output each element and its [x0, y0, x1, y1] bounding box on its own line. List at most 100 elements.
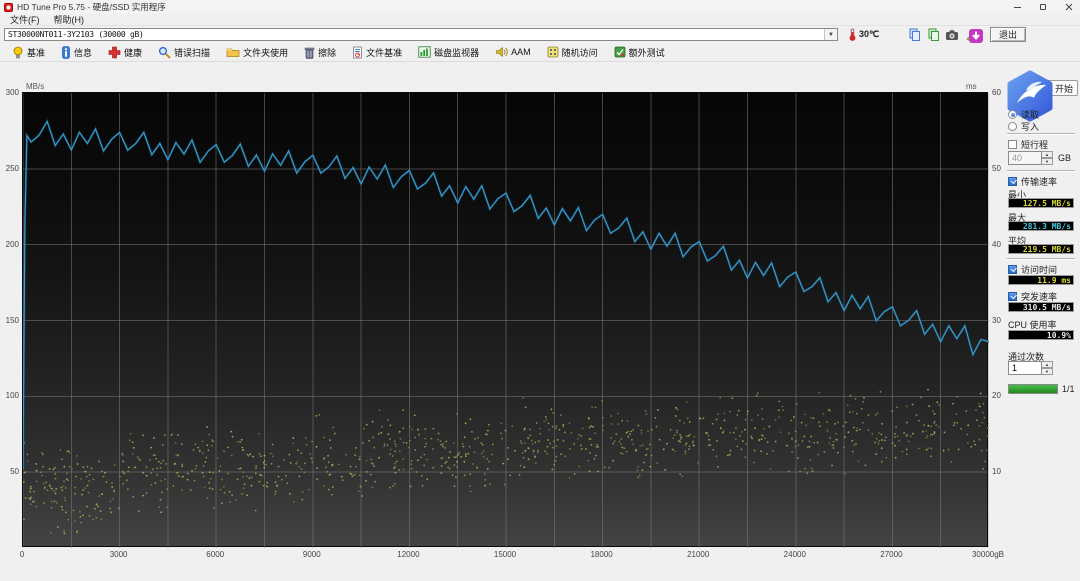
- mode-write-label: 写入: [1021, 122, 1040, 132]
- toolbar-random-access-label: 随机访问: [561, 47, 598, 58]
- app-icon: [4, 2, 13, 12]
- copy-image-button[interactable]: [924, 27, 942, 42]
- short-stroke-unit: GB: [1058, 153, 1072, 163]
- transfer-rate-checkbox[interactable]: 传输速率: [1008, 175, 1057, 188]
- checkbox-checked-icon: [1008, 292, 1017, 301]
- chevron-down-icon[interactable]: ▼: [824, 29, 837, 40]
- y-right-axis-unit: ms: [966, 82, 977, 91]
- maximize-button[interactable]: [1038, 2, 1048, 12]
- copy-button[interactable]: [905, 27, 923, 42]
- download-button[interactable]: [966, 27, 985, 43]
- magnifier-icon: [159, 46, 171, 59]
- toolbar-erase-label: 擦除: [318, 47, 337, 58]
- y-left-tick-label: 300: [5, 88, 19, 97]
- benchmark-chart-canvas: [23, 93, 989, 548]
- toolbar-disk-monitor-label: 磁盘监视器: [434, 47, 480, 58]
- menu-bar: 文件(F) 帮助(H): [0, 14, 1080, 26]
- y-right-tick-label: 60: [992, 88, 1001, 97]
- toolbar-random-access-button[interactable]: 随机访问: [541, 43, 604, 62]
- separator: [1007, 170, 1075, 172]
- drive-select-value: ST30000NT011-3Y2103 (30000 gB): [8, 30, 144, 39]
- toolbar-error-scan-label: 错误扫描: [174, 47, 211, 58]
- cpu-usage-display: 10.9%: [1008, 330, 1074, 340]
- info-icon: [62, 45, 70, 59]
- separator: [1007, 133, 1075, 135]
- exit-button-label: 退出: [998, 30, 1017, 40]
- benchmark-chart-area: MB/s ms 300 250 200 150 100 50 60 50 40 30 20 10 0 30…: [0, 62, 1004, 581]
- benchmark-bulb-icon: [13, 46, 23, 58]
- y-left-tick-label: 150: [5, 315, 19, 325]
- toolbar-extra-tests-label: 额外测试: [628, 47, 665, 58]
- window-title: HD Tune Pro 5.75 - 硬盘/SSD 实用程序: [17, 2, 166, 12]
- toolbar-folder-usage-button[interactable]: 文件夹使用: [220, 43, 294, 62]
- toolbar-benchmark-label: 基准: [27, 47, 46, 58]
- folder-icon: [226, 48, 240, 57]
- y-right-tick-label: 20: [992, 391, 1001, 401]
- toolbar-extra-tests-button[interactable]: 额外测试: [608, 43, 671, 62]
- toolbar-erase-button[interactable]: 擦除: [298, 43, 342, 62]
- pass-count-input[interactable]: [1008, 361, 1042, 375]
- short-stroke-checkbox[interactable]: 短行程: [1008, 138, 1048, 151]
- min-value-display: 127.5 MB/s: [1008, 198, 1074, 208]
- checkbox-checked-icon: [1008, 177, 1017, 186]
- toolbar-info-label: 信息: [74, 47, 93, 58]
- short-stroke-stepper[interactable]: ▲ ▼: [1042, 151, 1053, 165]
- mode-write-radio[interactable]: 写入: [1008, 120, 1039, 133]
- temperature-indicator: 30℃: [848, 28, 879, 41]
- health-cross-icon: [108, 46, 121, 58]
- drive-select[interactable]: ST30000NT011-3Y2103 (30000 gB) ▼: [4, 28, 838, 41]
- file-benchmark-icon: [353, 46, 362, 58]
- short-stroke-size-input[interactable]: [1008, 151, 1042, 165]
- toolbar-aam-label: AAM: [511, 47, 531, 57]
- avg-value-display: 219.5 MB/s: [1008, 244, 1074, 254]
- x-axis-tick-label: 0: [19, 550, 25, 559]
- y-left-tick-label: 200: [5, 239, 19, 249]
- toolbar-disk-monitor-button[interactable]: 磁盘监视器: [412, 43, 485, 62]
- dice-icon: [547, 46, 559, 58]
- pass-count-stepper[interactable]: ▲ ▼: [1042, 361, 1053, 375]
- checkbox-checked-icon: [1008, 265, 1017, 274]
- thermometer-icon: [849, 28, 856, 41]
- toolbar-folder-usage-label: 文件夹使用: [243, 47, 289, 58]
- x-axis-tick-label: 21000: [687, 550, 710, 559]
- temperature-value: 30℃: [859, 29, 880, 39]
- x-axis-tick-label: 15000: [493, 550, 517, 559]
- menu-file[interactable]: 文件(F): [4, 13, 46, 26]
- burst-rate-display: 310.5 MB/s: [1008, 302, 1074, 312]
- drive-row: ST30000NT011-3Y2103 (30000 gB) ▼ 30℃ 退出: [0, 26, 1080, 43]
- toolbar-info-button[interactable]: 信息: [55, 43, 98, 62]
- x-axis-tick-label: 18000: [590, 550, 613, 559]
- max-value-display: 281.3 MB/s: [1008, 221, 1074, 231]
- exit-button[interactable]: 退出: [990, 27, 1026, 42]
- screenshot-button[interactable]: [943, 27, 961, 42]
- benchmark-plot: [22, 92, 989, 548]
- separator: [1007, 258, 1075, 260]
- toolbar-file-benchmark-button[interactable]: 文件基准: [346, 43, 408, 62]
- close-icon: [1065, 3, 1073, 11]
- toolbar: 基准 信息 健康 错误扫描 文件夹使用 擦除 文件基准 磁盘监视器 AAM 随机…: [0, 43, 1080, 62]
- toolbar-aam-button[interactable]: AAM: [489, 43, 537, 61]
- disk-monitor-chart-icon: [418, 46, 431, 58]
- short-stroke-label: 短行程: [1021, 140, 1049, 150]
- copy-image-icon: [928, 28, 939, 41]
- menu-help[interactable]: 帮助(H): [48, 13, 91, 26]
- toolbar-health-button[interactable]: 健康: [102, 43, 148, 62]
- toolbar-benchmark-button[interactable]: 基准: [6, 43, 51, 62]
- transfer-rate-label: 传输速率: [1021, 177, 1058, 187]
- side-panel: 开始 读取 写入 短行程 ▲▼ GB: [1004, 62, 1080, 581]
- y-right-tick-label: 50: [992, 163, 1001, 173]
- close-button[interactable]: [1064, 2, 1074, 12]
- toolbar-file-benchmark-label: 文件基准: [366, 47, 403, 58]
- minimize-button[interactable]: [1012, 2, 1022, 12]
- access-time-display: 11.9 ms: [1008, 275, 1074, 285]
- x-axis-tick-label: 24000: [783, 550, 806, 559]
- toolbar-health-label: 健康: [124, 47, 143, 58]
- toolbar-error-scan-button[interactable]: 错误扫描: [152, 43, 216, 62]
- extra-tests-icon: [614, 46, 626, 58]
- x-axis-tick-label: 30000gB: [971, 550, 1005, 559]
- copy-pages-icon: [909, 28, 920, 41]
- y-left-tick-label: 100: [5, 391, 19, 401]
- checkbox-unchecked-icon: [1008, 140, 1017, 149]
- radio-unselected-icon: [1008, 122, 1017, 131]
- y-left-axis-unit: MB/s: [26, 82, 45, 91]
